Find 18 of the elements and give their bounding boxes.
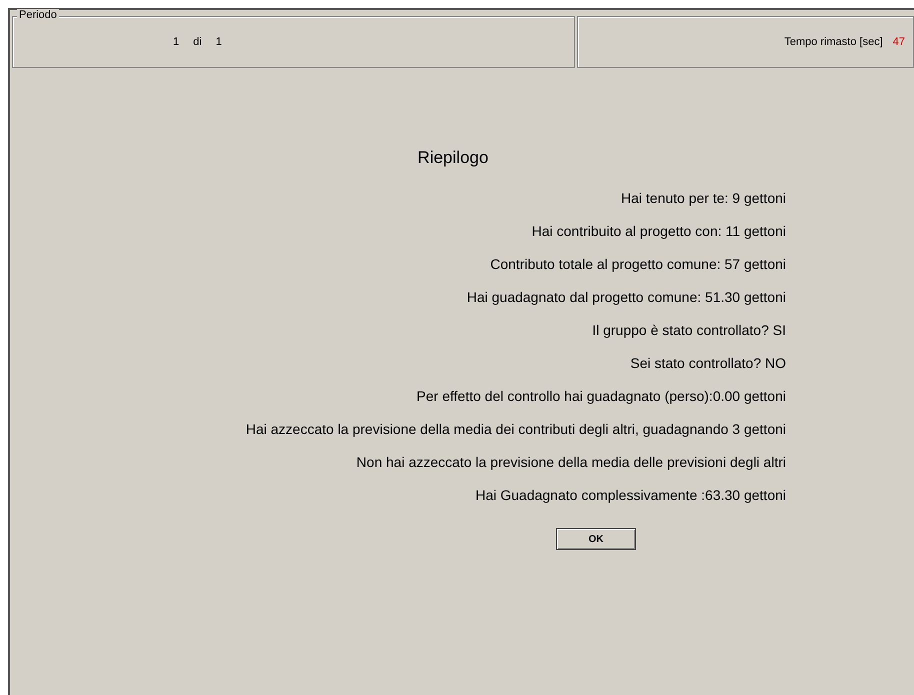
summary-line: Hai Guadagnato complessivamente :63.30 gettoni [475,487,786,504]
period-total: 1 [216,36,222,48]
summary-line: Per effetto del controllo hai guadagnato (perso):0.00 gettoni [416,388,786,405]
summary-line: Sei stato controllato? NO [630,355,786,372]
summary-line: Il gruppo è stato controllato? SI [592,322,786,339]
summary-line: Hai tenuto per te: 9 gettoni [621,190,786,207]
period-legend: Periodo [17,9,59,21]
period-current: 1 [173,36,180,48]
summary-line: Hai contribuito al progetto con: 11 gettoni [532,223,786,240]
ok-button[interactable]: OK [556,528,636,550]
summary-line: Hai guadagnato dal progetto comune: 51.30 gettoni [466,289,786,306]
timer-value: 47 [892,36,905,48]
summary-line: Contributo totale al progetto comune: 57 gettoni [490,256,786,273]
summary-title: Riepilogo [416,148,490,168]
timer-label: Tempo rimasto [sec] [784,36,883,48]
summary-line: Non hai azzeccato la previsione della media delle previsioni degli altri [356,454,786,471]
period-separator: di [193,36,202,48]
summary-line: Hai azzeccato la previsione della media dei contributi degli altri, guadagnando 3 gettoni [246,421,786,438]
